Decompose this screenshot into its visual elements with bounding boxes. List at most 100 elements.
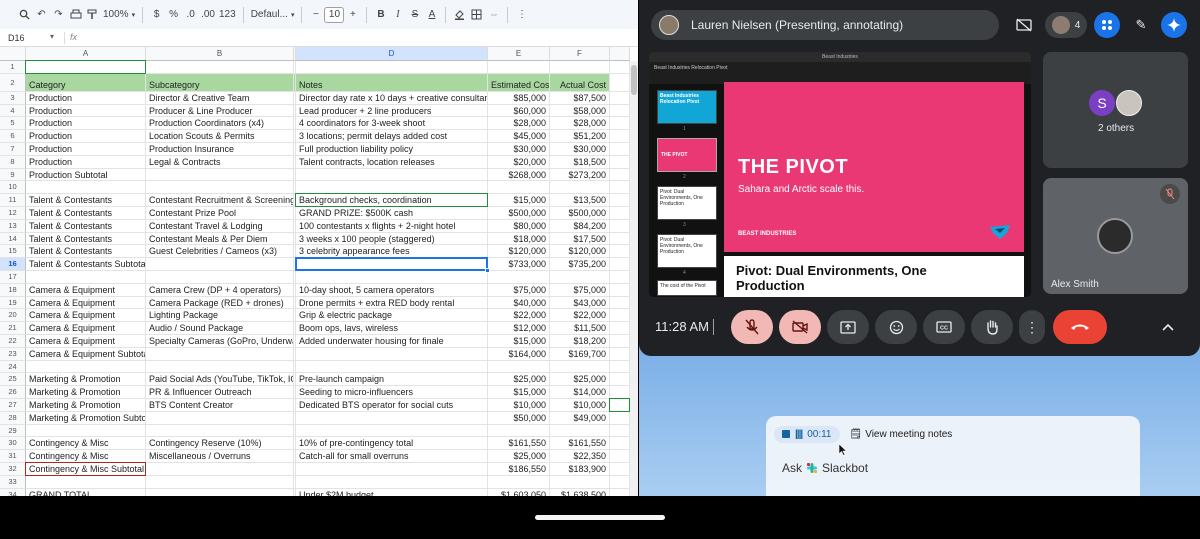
select-all-corner[interactable] [0, 47, 26, 61]
spreadsheet-cell[interactable]: Contingency Reserve (10%) [146, 437, 294, 451]
spreadsheet-cell[interactable]: Legal & Contracts [146, 155, 294, 169]
spreadsheet-cell[interactable]: $30,000 [488, 143, 550, 156]
ask-slackbot[interactable]: Ask Slackbot [782, 461, 868, 475]
spreadsheet-cell-empty[interactable] [610, 117, 630, 131]
presenter-bar[interactable]: Lauren Nielsen (Presenting, annotating) [651, 10, 999, 40]
row-header[interactable]: 15 [0, 245, 26, 259]
spreadsheet-cell[interactable]: $500,000 [488, 207, 550, 220]
spreadsheet-cell[interactable]: Camera Package (RED + drones) [146, 296, 294, 310]
row-header[interactable]: 29 [0, 424, 26, 438]
spreadsheet-cell[interactable]: $15,000 [488, 386, 550, 399]
spreadsheet-cell[interactable]: $25,000 [488, 373, 550, 387]
spreadsheet-cell[interactable]: $22,000 [550, 309, 610, 323]
italic-button[interactable]: I [389, 5, 406, 25]
spreadsheet-cell[interactable]: $14,000 [550, 386, 610, 399]
spreadsheet-cell[interactable]: $22,000 [488, 309, 550, 323]
spreadsheet-cell[interactable]: $735,200 [550, 258, 610, 271]
spreadsheet-cell[interactable]: GRAND TOTAL [26, 488, 146, 496]
spreadsheet-cell[interactable] [488, 181, 550, 195]
column-header[interactable]: D [296, 47, 488, 61]
row-header[interactable]: 12 [0, 207, 26, 220]
spreadsheet-cell[interactable]: $13,500 [550, 194, 610, 207]
column-header[interactable] [610, 47, 630, 61]
row-header[interactable]: 26 [0, 386, 26, 399]
redo-icon[interactable]: ↷ [50, 5, 67, 25]
spreadsheet-cell[interactable]: Talent contracts, location releases [296, 155, 488, 169]
zoom-select[interactable]: 100% ▾ [101, 5, 137, 25]
spreadsheet-cell[interactable] [26, 424, 146, 438]
spreadsheet-cell[interactable]: $120,000 [488, 245, 550, 259]
spreadsheet-cell[interactable]: $500,000 [550, 207, 610, 220]
spreadsheet-cell[interactable] [146, 181, 294, 195]
spreadsheet-cell[interactable]: Talent & Contestants [26, 207, 146, 220]
spreadsheet-cell[interactable]: $51,200 [550, 130, 610, 143]
spreadsheet-cell[interactable] [296, 463, 488, 476]
spreadsheet-cell[interactable]: Location Scouts & Permits [146, 130, 294, 143]
spreadsheet-cell[interactable] [296, 475, 488, 489]
more-formats-button[interactable]: 123 [217, 5, 238, 25]
spreadsheet-cell[interactable] [146, 258, 294, 271]
spreadsheet-cell[interactable] [296, 258, 488, 271]
spreadsheet-cell-empty[interactable] [610, 104, 630, 118]
font-size-input[interactable]: 10 [324, 6, 345, 23]
spreadsheet-cell[interactable]: $18,000 [488, 232, 550, 246]
spreadsheet-cell[interactable]: 3 locations; permit delays added cost [296, 130, 488, 143]
spreadsheet-cell[interactable] [488, 271, 550, 284]
spreadsheet-cell[interactable]: Contestant Meals & Per Diem [146, 232, 294, 246]
spreadsheet-cell[interactable] [146, 360, 294, 374]
spreadsheet-cell[interactable] [26, 360, 146, 374]
spreadsheet-cell[interactable]: $40,000 [488, 296, 550, 310]
percent-format-button[interactable]: % [165, 5, 182, 25]
spreadsheet-cell[interactable]: $87,500 [550, 91, 610, 105]
spreadsheet-cell[interactable]: $18,500 [550, 155, 610, 169]
spreadsheet-cell[interactable]: Director day rate x 10 days + creative c… [296, 91, 488, 105]
row-header[interactable]: 14 [0, 232, 26, 246]
spreadsheet-cell-empty[interactable] [610, 463, 630, 476]
spreadsheet-cell[interactable]: Camera Crew (DP + 4 operators) [146, 283, 294, 297]
spreadsheet-cell[interactable] [296, 411, 488, 425]
spreadsheet-cell[interactable]: 10-day shoot, 5 camera operators [296, 283, 488, 297]
spreadsheet-cell[interactable]: Talent & Contestants [26, 219, 146, 233]
slide-thumbnail[interactable]: The cost of the Pivot [657, 280, 717, 296]
spreadsheet-cell[interactable]: $273,200 [550, 168, 610, 182]
spreadsheet-cell[interactable] [146, 475, 294, 489]
row-header[interactable]: 21 [0, 322, 26, 335]
spreadsheet-cell[interactable]: $120,000 [550, 245, 610, 259]
spreadsheet-cell[interactable]: $28,000 [488, 117, 550, 131]
mic-toggle-button[interactable] [731, 310, 773, 344]
recording-pill[interactable]: |||| 00:11 [774, 425, 840, 443]
column-header[interactable]: F [550, 47, 610, 61]
spreadsheet-cell[interactable]: Contestant Prize Pool [146, 207, 294, 220]
spreadsheet-cell[interactable] [26, 61, 146, 74]
spreadsheet-cell[interactable]: Production [26, 143, 146, 156]
spreadsheet-cell[interactable]: Camera & Equipment [26, 335, 146, 348]
spreadsheet-cell[interactable]: $733,000 [488, 258, 550, 271]
pen-icon[interactable]: ✎ [1128, 12, 1154, 38]
row-header[interactable]: 8 [0, 155, 26, 169]
spreadsheet-cell[interactable]: Contingency & Misc [26, 437, 146, 451]
spreadsheet-cell[interactable]: PR & Influencer Outreach [146, 386, 294, 399]
spreadsheet-cell[interactable]: $45,000 [488, 130, 550, 143]
spreadsheet-cell[interactable] [146, 347, 294, 361]
row-header[interactable]: 31 [0, 450, 26, 463]
spreadsheet-cell[interactable]: $50,000 [488, 411, 550, 425]
spreadsheet-cell[interactable]: 100 contestants x flights + 2-night hote… [296, 219, 488, 233]
search-menus-icon[interactable] [16, 5, 33, 25]
spreadsheet-cell[interactable]: $169,700 [550, 347, 610, 361]
spreadsheet-cell[interactable]: $1,638,500 [550, 488, 610, 496]
spreadsheet-cell-empty[interactable] [610, 155, 630, 169]
spreadsheet-cell[interactable]: Marketing & Promotion [26, 373, 146, 387]
row-header[interactable]: 9 [0, 168, 26, 182]
spreadsheet-cell-empty[interactable] [610, 347, 630, 361]
spreadsheet-cell[interactable]: Notes [296, 73, 488, 92]
spreadsheet-cell-empty[interactable] [610, 168, 630, 182]
spreadsheet-cell[interactable]: $49,000 [550, 411, 610, 425]
spreadsheet-cell[interactable]: $80,000 [488, 219, 550, 233]
paint-format-icon[interactable] [84, 5, 101, 25]
currency-format-button[interactable]: $ [148, 5, 165, 25]
spreadsheet-cell-empty[interactable] [610, 424, 630, 438]
spreadsheet-cell[interactable]: Production [26, 104, 146, 118]
spreadsheet-cell[interactable] [296, 61, 488, 74]
spreadsheet-cell[interactable]: Production Insurance [146, 143, 294, 156]
row-header[interactable]: 20 [0, 309, 26, 323]
